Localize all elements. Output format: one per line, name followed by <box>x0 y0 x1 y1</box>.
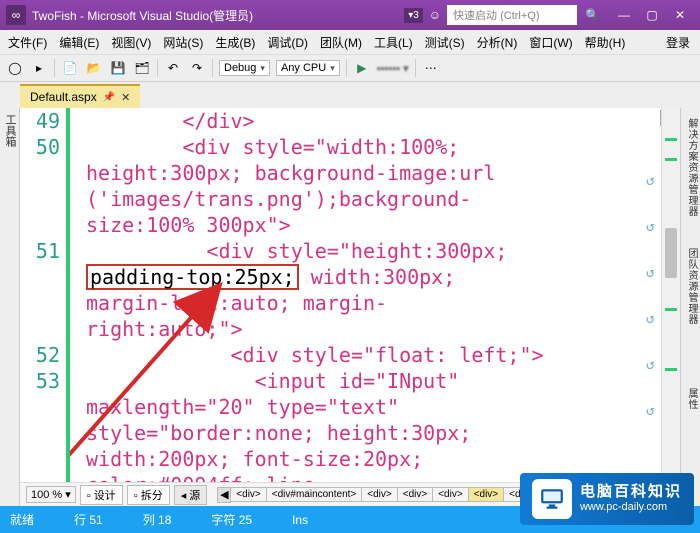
nav-back-icon[interactable]: ◯ <box>6 59 24 77</box>
highlighted-code: padding-top:25px; <box>86 264 299 290</box>
properties-tab[interactable]: 属性 <box>684 388 699 410</box>
search-icon[interactable]: 🔍 <box>585 8 600 22</box>
code-editor: ▥ 49 50 51 52 53 </div> <div style="widt… <box>20 108 680 506</box>
open-icon[interactable]: 📂 <box>85 59 103 77</box>
feedback-icon[interactable]: ☺ <box>429 8 441 22</box>
breadcrumb[interactable]: <div> <box>362 487 397 502</box>
breadcrumb[interactable]: <div> <box>433 487 468 502</box>
window-title: TwoFish - Microsoft Visual Studio(管理员) <box>32 7 253 24</box>
nav-fwd-icon[interactable]: ▸ <box>30 59 48 77</box>
browser-target[interactable]: ▪▪▪▪▪▪ ▾ <box>377 62 409 75</box>
right-tool-tabs: 解决方案资源管理器 团队资源管理器 属性 <box>680 108 700 506</box>
menu-view[interactable]: 视图(V) <box>107 32 155 53</box>
notification-badge[interactable]: ▾3 <box>404 8 423 23</box>
redo-icon[interactable]: ↷ <box>188 59 206 77</box>
status-ins: Ins <box>292 513 308 527</box>
team-explorer-tab[interactable]: 团队资源管理器 <box>684 248 699 325</box>
line-num: 49 <box>20 108 60 134</box>
status-char: 字符 25 <box>211 511 252 528</box>
menu-team[interactable]: 团队(M) <box>316 32 366 53</box>
menu-help[interactable]: 帮助(H) <box>581 32 630 53</box>
menu-file[interactable]: 文件(F) <box>4 32 51 53</box>
title-bar: ∞ TwoFish - Microsoft Visual Studio(管理员)… <box>0 0 700 30</box>
line-num: 53 <box>20 368 60 394</box>
solution-explorer-tab[interactable]: 解决方案资源管理器 <box>684 118 699 217</box>
breadcrumb[interactable]: <div#maincontent> <box>267 487 363 502</box>
watermark-url: www.pc-daily.com <box>580 501 682 514</box>
sign-in-button[interactable]: 登录 <box>662 32 696 53</box>
work-area: 工具箱 ▥ 49 50 51 52 53 </div> <div style="… <box>0 108 700 506</box>
undo-icon[interactable]: ↶ <box>164 59 182 77</box>
status-col: 列 18 <box>143 511 172 528</box>
maximize-button[interactable]: ▢ <box>638 4 666 26</box>
platform-dropdown[interactable]: Any CPU <box>276 60 340 76</box>
watermark-monitor-icon <box>532 479 572 519</box>
zoom-dropdown[interactable]: 100 % ▾ <box>26 486 76 503</box>
tab-label: Default.aspx <box>30 90 97 104</box>
line-num: 50 <box>20 134 60 160</box>
line-number-gutter: 49 50 51 52 53 <box>20 108 70 482</box>
watermark-overlay: 电脑百科知识 www.pc-daily.com <box>520 473 694 525</box>
breadcrumb[interactable]: <div> <box>231 487 266 502</box>
code-body[interactable]: </div> <div style="width:100%; height:30… <box>70 108 661 482</box>
line-num: 52 <box>20 342 60 368</box>
new-file-icon[interactable]: 📄 <box>61 59 79 77</box>
breadcrumb[interactable]: <div> <box>398 487 433 502</box>
scrollbar-thumb[interactable] <box>665 228 677 278</box>
track-changes-icons: ↻↻↻↻↻↻ <box>646 168 654 424</box>
save-all-icon[interactable]: 🗂 <box>133 59 151 77</box>
start-debug-icon[interactable]: ▶ <box>353 59 371 77</box>
menu-tools[interactable]: 工具(L) <box>370 32 417 53</box>
quick-launch-input[interactable]: 快速启动 (Ctrl+Q) <box>447 5 577 25</box>
toolbox-label: 工具箱 <box>2 114 18 147</box>
watermark-title: 电脑百科知识 <box>580 483 682 501</box>
crumb-prev-icon[interactable]: ◀ <box>217 487 231 503</box>
close-button[interactable]: ✕ <box>666 4 694 26</box>
config-dropdown[interactable]: Debug <box>219 60 270 76</box>
vertical-scrollbar[interactable] <box>661 108 680 482</box>
document-tab-strip: Default.aspx 📌 ✕ <box>0 82 700 108</box>
status-line: 行 51 <box>74 511 103 528</box>
menu-bar: 文件(F) 编辑(E) 视图(V) 网站(S) 生成(B) 调试(D) 团队(M… <box>0 30 700 54</box>
menu-analyze[interactable]: 分析(N) <box>473 32 522 53</box>
vs-logo-icon: ∞ <box>6 5 26 25</box>
pin-icon[interactable]: 📌 <box>103 92 115 103</box>
save-icon[interactable]: 💾 <box>109 59 127 77</box>
design-view-button[interactable]: ▫ 设计 <box>80 485 123 505</box>
tab-close-icon[interactable]: ✕ <box>121 91 130 104</box>
line-num: 51 <box>20 238 60 264</box>
standard-toolbar: ◯ ▸ 📄 📂 💾 🗂 ↶ ↷ Debug Any CPU ▶ ▪▪▪▪▪▪ ▾… <box>0 54 700 82</box>
toolbar-more-icon[interactable]: ⋯ <box>422 59 440 77</box>
menu-edit[interactable]: 编辑(E) <box>55 32 103 53</box>
tab-default-aspx[interactable]: Default.aspx 📌 ✕ <box>20 84 140 108</box>
menu-build[interactable]: 生成(B) <box>211 32 259 53</box>
menu-debug[interactable]: 调试(D) <box>263 32 312 53</box>
minimize-button[interactable]: — <box>610 4 638 26</box>
menu-window[interactable]: 窗口(W) <box>525 32 576 53</box>
menu-test[interactable]: 测试(S) <box>421 32 469 53</box>
menu-website[interactable]: 网站(S) <box>159 32 207 53</box>
split-view-button[interactable]: ▫ 拆分 <box>127 485 170 505</box>
breadcrumb-selected[interactable]: <div> <box>469 487 504 502</box>
toolbox-tab[interactable]: 工具箱 <box>0 108 20 506</box>
source-view-button[interactable]: ◂ 源 <box>174 485 208 505</box>
status-ready: 就绪 <box>10 511 34 528</box>
